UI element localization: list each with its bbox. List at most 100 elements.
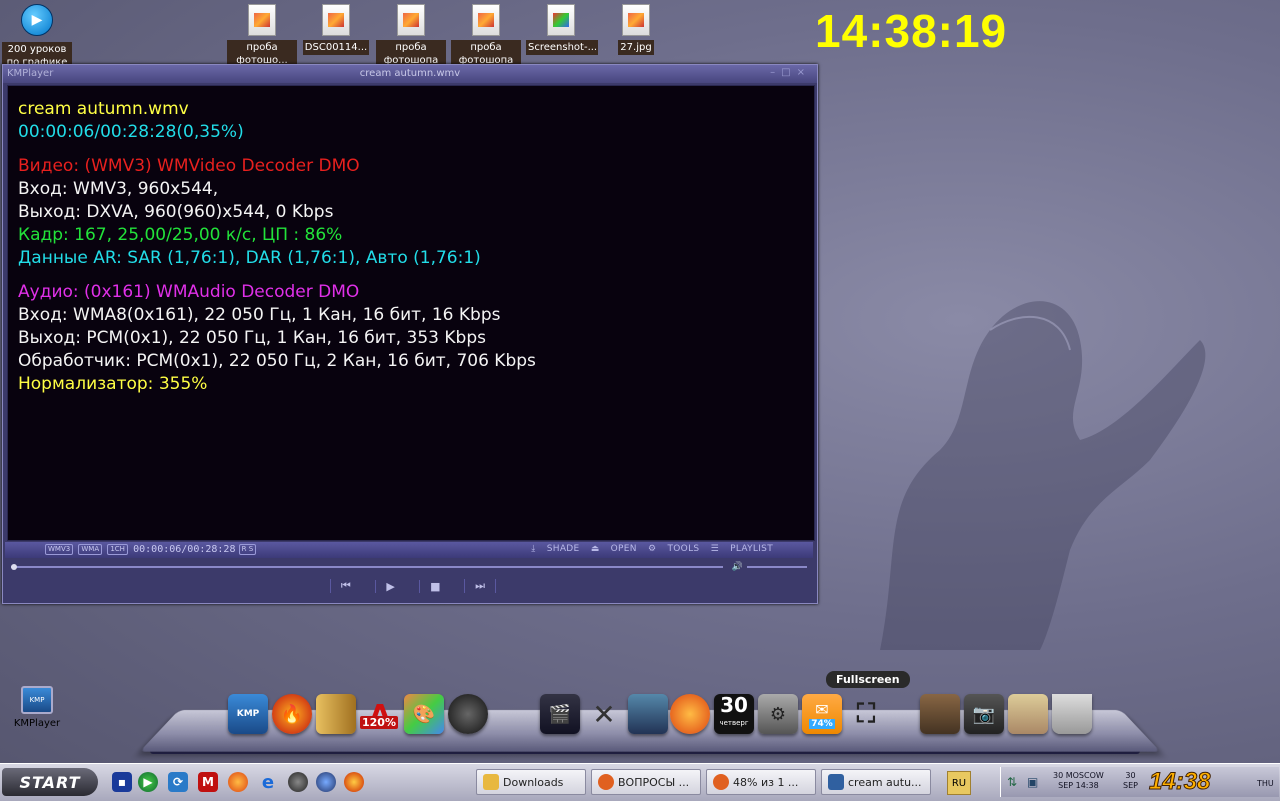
audio-codec-badge: WMA <box>78 544 103 555</box>
gallery-dock-icon[interactable] <box>628 694 668 734</box>
battery-dock-icon[interactable]: ✉ 74% <box>802 694 842 734</box>
minimize-icon[interactable]: – <box>770 67 781 78</box>
stop-button[interactable]: ■ <box>419 579 450 593</box>
save-icon[interactable]: ▪ <box>112 772 132 792</box>
playlist-label: PLAYLIST <box>730 544 773 554</box>
osd-video-out: Выход: DXVA, 960(960)x544, 0 Kbps <box>18 202 334 222</box>
osd-aspect-ratio: Данные AR: SAR (1,76:1), DAR (1,76:1), А… <box>18 248 481 268</box>
door-dock-icon[interactable] <box>316 694 356 734</box>
fullscreen-dock-icon[interactable]: ⛶ <box>846 694 886 734</box>
calendar-dock-icon[interactable]: 30 четверг <box>714 694 754 734</box>
settings-dock-icon[interactable]: ⚙ <box>758 694 798 734</box>
desktop-icon-lessons[interactable]: ▶ 200 уроков по графике <box>2 4 72 70</box>
playback-controls: ⏮ ▶ ■ ⏭ <box>323 575 503 597</box>
refresh-icon[interactable]: ⟳ <box>168 772 188 792</box>
shade-label: SHADE <box>546 544 580 554</box>
volume-slider[interactable] <box>747 566 807 568</box>
tray-day: 30 <box>1053 771 1064 780</box>
task-firefox-download[interactable]: 48% из 1 ... <box>706 769 816 795</box>
kmplayer-dock-icon[interactable]: KMP <box>228 694 268 734</box>
firefox-icon <box>713 774 729 790</box>
osd-audio-out: Выход: PCM(0x1), 22 050 Гц, 1 Кан, 16 би… <box>18 328 486 348</box>
tray-date: 30 SEP <box>1123 771 1138 791</box>
start-button[interactable]: START <box>2 768 98 796</box>
winamp-icon[interactable] <box>316 772 336 792</box>
osd-audio-in: Вход: WMA8(0x161), 22 050 Гц, 1 Кан, 16 … <box>18 305 501 325</box>
task-kmplayer[interactable]: cream autu... <box>821 769 931 795</box>
orb-icon[interactable] <box>344 772 364 792</box>
osd-video-header: Видео: (WMV3) WMVideo Decoder DMO <box>18 156 360 176</box>
maximize-icon[interactable]: □ <box>781 67 796 78</box>
tray-day2: 30 <box>1125 771 1136 780</box>
network-icon[interactable]: ⇅ <box>1007 775 1017 789</box>
image-file-icon <box>472 4 500 36</box>
system-tray: ⇅ ▣ 30 MOSCOW SEP 14:38 30 SEP 14:38 THU <box>1000 767 1279 797</box>
desktop-icon-file[interactable]: 27.jpg <box>601 4 671 55</box>
open-button[interactable]: ⏏ OPEN <box>591 544 637 554</box>
shade-button[interactable]: ⤓ SHADE <box>531 544 579 554</box>
paint-dock-icon[interactable]: 🎨 <box>404 694 444 734</box>
film-reel-icon[interactable] <box>288 772 308 792</box>
task-label: Downloads <box>503 775 564 789</box>
task-downloads[interactable]: Downloads <box>476 769 586 795</box>
open-label: OPEN <box>610 544 637 554</box>
task-label: cream autu... <box>848 775 922 789</box>
kmplayer-icon <box>828 774 844 790</box>
next-button[interactable]: ⏭ <box>464 579 497 593</box>
desktop-icon-label: 27.jpg <box>618 40 654 55</box>
folder-dock-icon[interactable] <box>920 694 960 734</box>
seek-bar[interactable]: 🔊 <box>7 562 813 572</box>
previous-button[interactable]: ⏮ <box>329 579 361 593</box>
tools-dock-icon[interactable]: ✕ <box>584 694 624 734</box>
desktop-icon-file[interactable]: проба фотошо... <box>227 4 297 68</box>
firefox-icon <box>598 774 614 790</box>
osd-normalizer: Нормализатор: 355% <box>18 374 208 394</box>
world-clock: 30 MOSCOW SEP 14:38 <box>1053 771 1104 791</box>
desktop-icon-file[interactable]: Screenshot-... <box>526 4 598 55</box>
image-file-icon <box>547 4 575 36</box>
dock-tooltip: Fullscreen <box>826 671 910 688</box>
camera-dock-icon[interactable]: 📷 <box>964 694 1004 734</box>
image-file-icon <box>397 4 425 36</box>
desktop-icon-kmplayer[interactable]: KMP KMPlayer <box>2 686 72 729</box>
tools-button[interactable]: ⚙ TOOLS <box>648 544 699 554</box>
play-button[interactable]: ▶ <box>374 579 406 593</box>
mega-icon[interactable]: M <box>198 772 218 792</box>
language-indicator[interactable]: RU <box>947 771 971 795</box>
tray-time-small: 14:38 <box>1075 781 1099 790</box>
monitor-icon[interactable]: ▣ <box>1027 775 1038 789</box>
ie-icon[interactable]: e <box>258 772 278 793</box>
film-dock-icon[interactable]: 🎬 <box>540 694 580 734</box>
kmplayer-window[interactable]: KMPlayer cream autumn.wmv –□× cream autu… <box>2 64 818 604</box>
tray-month: SEP <box>1058 781 1074 790</box>
taskbar: START ▪ ▶ ⟳ M e Downloads ВОПРОСЫ ... 48… <box>0 763 1280 801</box>
calendar-day: 30 <box>720 693 748 717</box>
desktop-icon-label: DSC00114... <box>302 40 370 55</box>
envelope-icon: ✉ <box>815 699 829 719</box>
media-icon[interactable]: ▶ <box>138 772 158 792</box>
firefox-icon[interactable] <box>228 772 248 792</box>
desktop-clock: 14:38:19 <box>815 5 1008 57</box>
window-titlebar[interactable]: KMPlayer cream autumn.wmv –□× <box>3 65 817 83</box>
burner-dock-icon[interactable]: 🔥 <box>272 694 312 734</box>
task-firefox-questions[interactable]: ВОПРОСЫ ... <box>591 769 701 795</box>
zoom-badge: 120% <box>360 716 398 729</box>
task-label: 48% из 1 ... <box>733 775 799 789</box>
video-codec-badge: WMV3 <box>45 544 74 555</box>
rs-badge[interactable]: R S <box>238 544 257 555</box>
trash-dock-icon[interactable] <box>1052 694 1092 734</box>
volume-icon[interactable]: 🔊 <box>732 562 743 572</box>
stack-dock-icon[interactable] <box>1008 694 1048 734</box>
tray-clock[interactable]: 14:38 <box>1148 768 1210 796</box>
video-screen[interactable]: cream autumn.wmv 00:00:06/00:28:28(0,35%… <box>7 85 815 541</box>
firefox-dock-icon[interactable] <box>670 694 710 734</box>
desktop-icon-file[interactable]: DSC00114... <box>301 4 371 55</box>
playlist-button[interactable]: ☰ PLAYLIST <box>711 544 773 554</box>
tray-weekday: THU <box>1257 779 1274 788</box>
folder-icon <box>483 774 499 790</box>
close-icon[interactable]: × <box>797 67 811 78</box>
helmet-dock-icon[interactable] <box>448 694 488 734</box>
window-controls: –□× <box>770 67 811 78</box>
calendar-weekday: четверг <box>719 719 749 727</box>
seek-knob[interactable] <box>11 564 18 570</box>
